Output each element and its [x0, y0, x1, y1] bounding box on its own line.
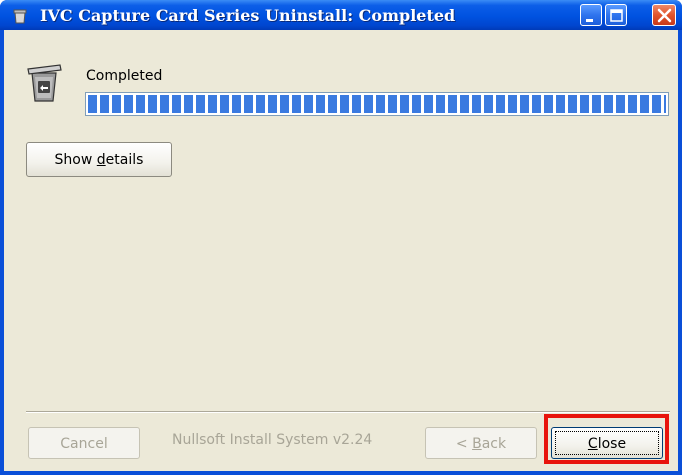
status-label: Completed — [86, 68, 163, 84]
uninstaller-window: IVC Capture Card Series Uninstall: Compl… — [0, 0, 682, 475]
progress-bar — [85, 92, 669, 116]
minimize-button[interactable] — [580, 4, 602, 26]
app-icon — [13, 9, 27, 24]
cancel-button[interactable]: Cancel — [28, 427, 140, 459]
minimize-icon — [586, 19, 593, 22]
progress-fill — [88, 95, 666, 113]
window-close-button[interactable] — [652, 4, 676, 26]
highlight-box — [544, 414, 669, 464]
maximize-button[interactable] — [605, 4, 627, 26]
title-bar[interactable]: IVC Capture Card Series Uninstall: Compl… — [0, 0, 682, 30]
nsis-branding: Nullsoft Install System v2.24 — [172, 432, 373, 448]
maximize-icon — [610, 9, 623, 22]
uninstall-bin-icon — [27, 64, 62, 102]
back-button[interactable]: < Back — [425, 427, 537, 459]
footer-divider — [26, 411, 670, 413]
show-details-button[interactable]: Show details — [26, 142, 172, 177]
window-title: IVC Capture Card Series Uninstall: Compl… — [40, 6, 456, 25]
client-area: Completed Show details Cancel Nullsoft I… — [4, 30, 678, 471]
close-x-icon — [657, 8, 672, 23]
